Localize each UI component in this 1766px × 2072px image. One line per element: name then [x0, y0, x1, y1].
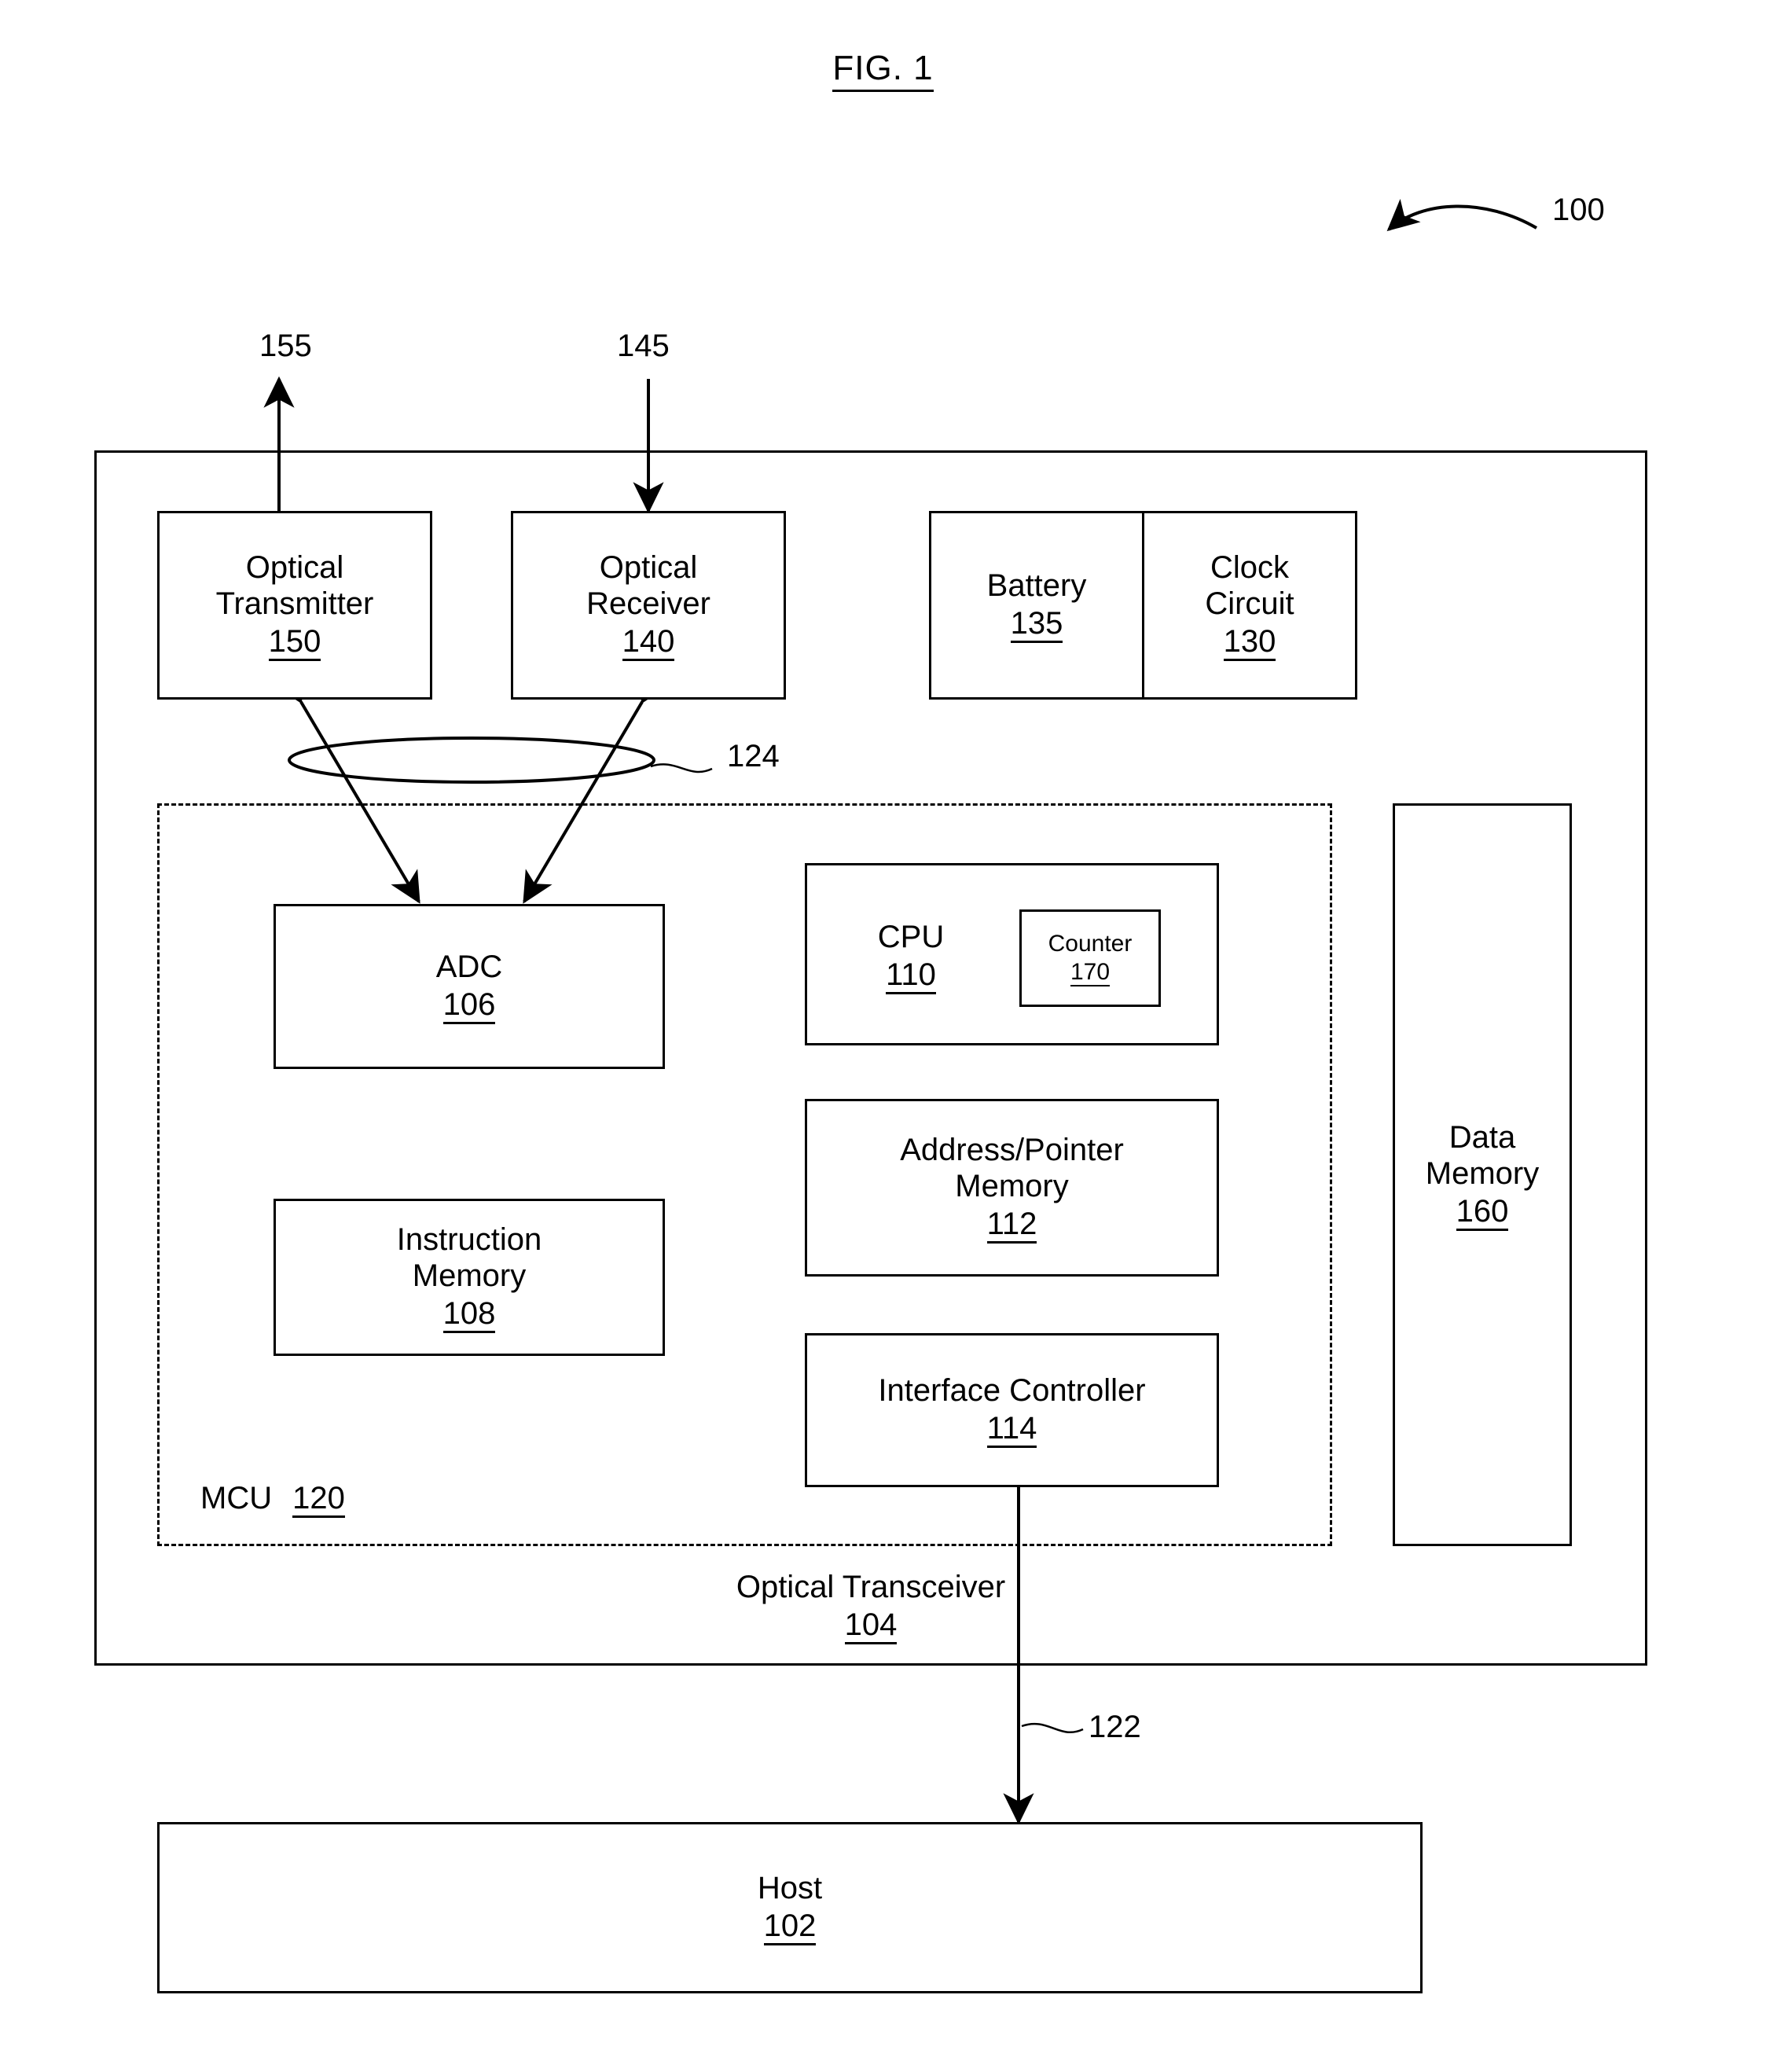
data-memory-label-line1: Data	[1448, 1119, 1516, 1155]
clock-circuit-block[interactable]: Clock Circuit 130	[1144, 513, 1355, 697]
cpu-label-group: CPU 110	[807, 865, 1015, 1048]
cpu-label: CPU	[877, 920, 945, 954]
adc-ref: 106	[442, 988, 496, 1024]
optical-transceiver-ref: 104	[844, 1608, 898, 1644]
address-pointer-memory-label-line1: Address/Pointer	[900, 1133, 1124, 1167]
figure-title-text: FIG. 1	[832, 49, 934, 92]
data-memory-ref: 160	[1456, 1195, 1509, 1231]
counter-label: Counter	[1048, 930, 1133, 957]
host-label: Host	[757, 1871, 823, 1905]
counter-block[interactable]: Counter 170	[1019, 909, 1161, 1007]
cpu-block[interactable]: CPU 110 Counter 170	[805, 863, 1219, 1045]
battery-block[interactable]: Battery 135	[931, 513, 1144, 697]
page-title: FIG. 1	[0, 49, 1766, 92]
clock-circuit-label-line2: Circuit	[1205, 586, 1294, 621]
power-clock-group: Battery 135 Clock Circuit 130	[929, 511, 1357, 700]
host-link-leader-line	[1021, 1722, 1084, 1734]
optical-transmitter-label-line2: Transmitter	[215, 586, 374, 621]
mcu-caption: MCU 120	[200, 1481, 345, 1518]
signal-label-155: 155	[259, 329, 312, 363]
system-reference-label: 100	[1552, 193, 1605, 227]
address-pointer-memory-block[interactable]: Address/Pointer Memory 112	[805, 1099, 1219, 1277]
data-memory-block[interactable]: Data Memory 160	[1393, 803, 1572, 1546]
cpu-ref: 110	[886, 958, 936, 994]
optical-receiver-block[interactable]: Optical Receiver 140	[511, 511, 786, 700]
instruction-memory-label-line1: Instruction	[396, 1222, 542, 1257]
optical-receiver-label-line2: Receiver	[586, 586, 710, 621]
optical-transceiver-caption: Optical Transceiver 104	[94, 1569, 1647, 1663]
optical-receiver-ref: 140	[622, 625, 675, 661]
signal-label-122: 122	[1089, 1710, 1141, 1744]
optical-receiver-label-line1: Optical	[599, 550, 698, 585]
instruction-memory-ref: 108	[442, 1297, 496, 1333]
battery-ref: 135	[1010, 607, 1063, 643]
mcu-ref: 120	[292, 1482, 345, 1518]
interface-controller-ref: 114	[986, 1412, 1037, 1448]
address-pointer-memory-label-line2: Memory	[955, 1169, 1069, 1203]
address-pointer-memory-ref: 112	[986, 1207, 1037, 1244]
optical-transmitter-block[interactable]: Optical Transmitter 150	[157, 511, 432, 700]
clock-circuit-label-line1: Clock	[1210, 550, 1290, 585]
battery-label: Battery	[986, 568, 1087, 603]
signal-label-145: 145	[617, 329, 670, 363]
system-reference-arrow	[1386, 198, 1538, 232]
optical-transceiver-label: Optical Transceiver	[736, 1570, 1006, 1604]
signal-label-124: 124	[727, 739, 780, 773]
interface-controller-block[interactable]: Interface Controller 114	[805, 1333, 1219, 1487]
figure-canvas: FIG. 1 100 155 145 124 122 Optical Trans…	[0, 0, 1766, 2072]
instruction-memory-label-line2: Memory	[412, 1258, 527, 1293]
host-block[interactable]: Host 102	[157, 1822, 1423, 1993]
counter-ref: 170	[1070, 960, 1111, 987]
clock-circuit-ref: 130	[1223, 625, 1276, 661]
optical-transmitter-ref: 150	[268, 625, 321, 661]
mcu-label: MCU	[200, 1481, 273, 1515]
host-ref: 102	[763, 1909, 817, 1945]
adc-label: ADC	[435, 950, 503, 984]
optical-transmitter-label-line1: Optical	[245, 550, 344, 585]
data-memory-label-line2: Memory	[1425, 1155, 1540, 1191]
adc-block[interactable]: ADC 106	[274, 904, 665, 1069]
instruction-memory-block[interactable]: Instruction Memory 108	[274, 1199, 665, 1356]
interface-controller-label: Interface Controller	[878, 1373, 1146, 1408]
